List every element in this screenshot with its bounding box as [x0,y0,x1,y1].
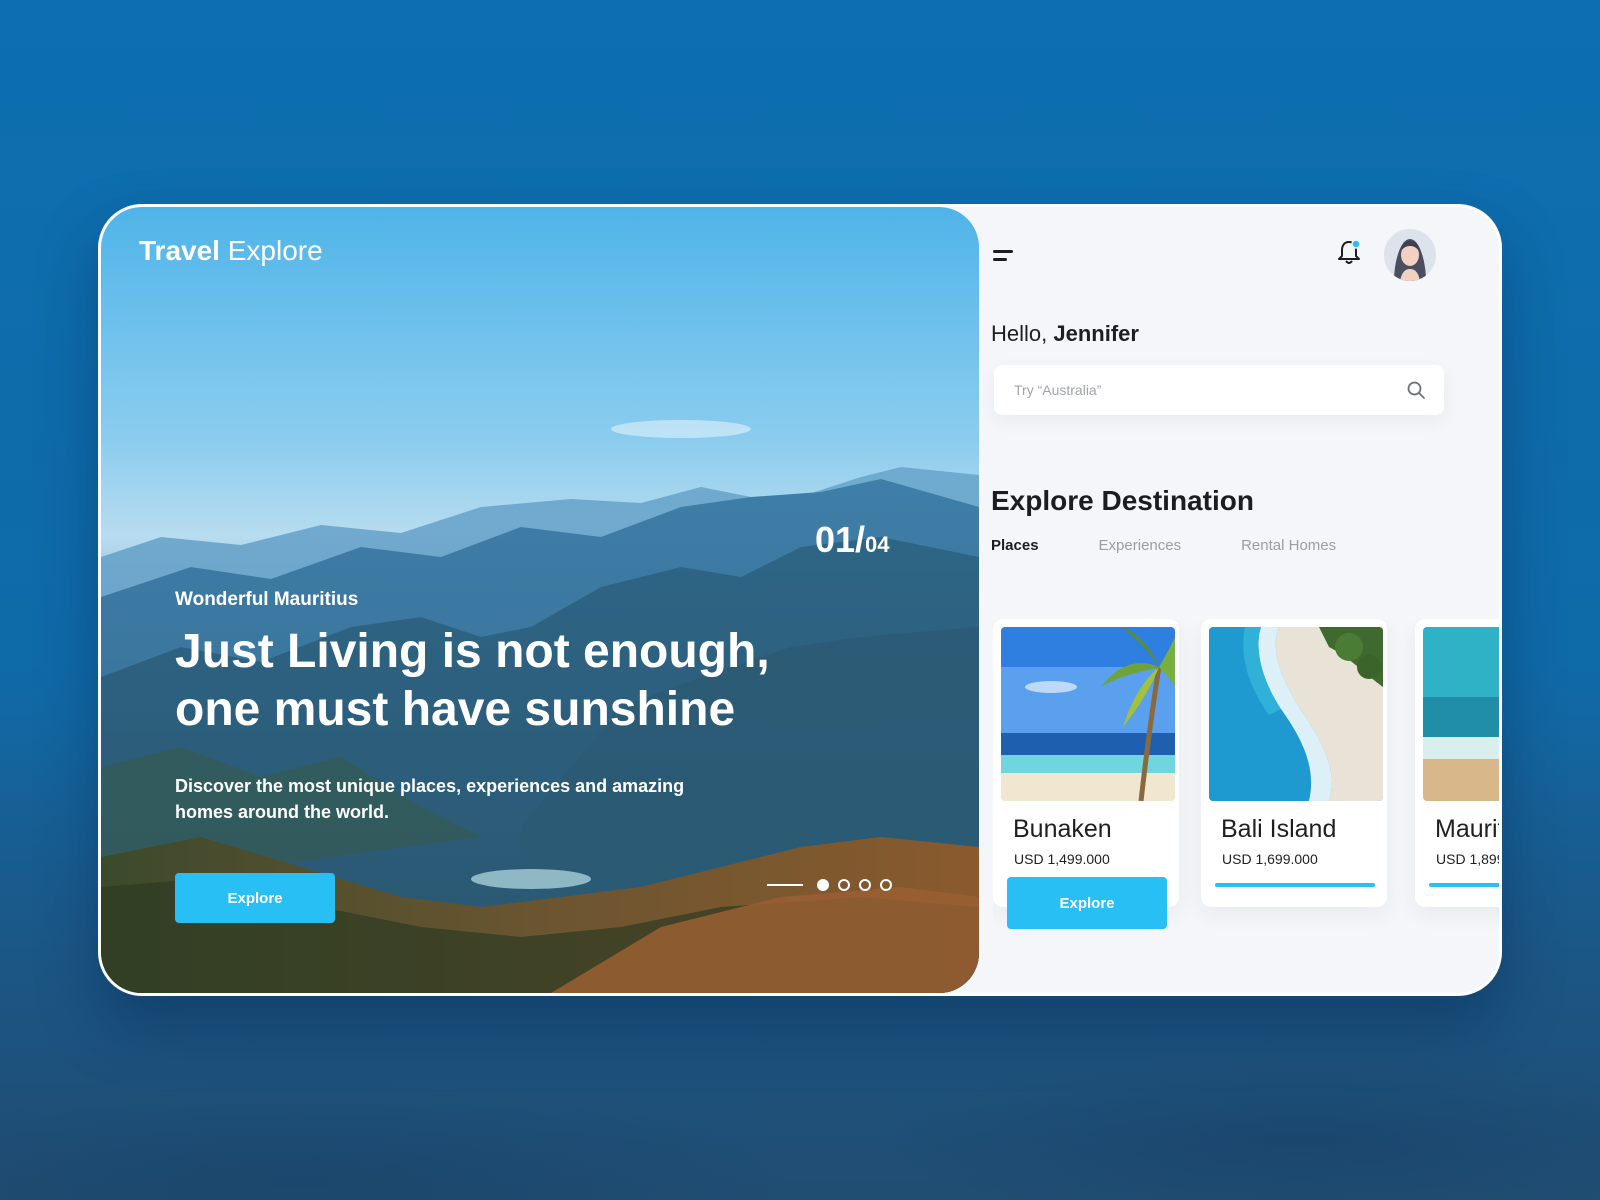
hero-subtitle: Wonderful Mauritius [175,589,359,610]
pager-dot-4[interactable] [880,879,892,891]
hero-headline: Just Living is not enough, one must have… [175,625,770,736]
tab-experiences[interactable]: Experiences [1099,537,1182,554]
destination-name: Bali Island [1221,815,1337,843]
search-box [994,365,1444,415]
app-window: Travel Explore 01/04 Wonderful Mauritius… [98,204,1502,996]
card-accent-bar [1429,883,1499,887]
destination-card-bali-island[interactable]: Bali Island USD 1,699.000 [1201,619,1387,907]
destination-photo [1423,627,1499,801]
user-name: Jennifer [1053,321,1139,346]
notification-dot [1351,239,1361,249]
menu-icon[interactable] [993,247,1019,267]
slide-counter-total: 04 [865,532,890,557]
brand-bold: Travel [139,235,220,266]
destination-photo [1209,627,1383,801]
search-input[interactable] [1014,365,1394,415]
search-icon[interactable] [1406,380,1426,400]
hero-explore-button[interactable]: Explore [175,873,335,923]
slide-counter-current: 01/ [815,519,866,560]
slide-counter: 01/04 [815,519,890,561]
destination-price: USD 1,899.000 [1436,851,1499,867]
brand-light: Explore [227,235,323,266]
destination-photo [1001,627,1175,801]
pager-dot-3[interactable] [859,879,871,891]
hero-banner: Travel Explore 01/04 Wonderful Mauritius… [101,207,979,993]
user-avatar[interactable] [1384,229,1436,281]
pager-dot-2[interactable] [838,879,850,891]
destination-price: USD 1,499.000 [1014,851,1110,867]
destination-explore-button[interactable]: Explore [1007,877,1167,929]
card-accent-bar [1215,883,1375,887]
section-title: Explore Destination [991,485,1254,516]
pager-line [767,884,803,886]
destination-cards: Bunaken USD 1,499.000 Explore Bali Islan… [993,619,1499,939]
tab-rental-homes[interactable]: Rental Homes [1241,537,1336,554]
destination-card-bunaken[interactable]: Bunaken USD 1,499.000 Explore [993,619,1179,929]
hero-description: Discover the most unique places, experie… [175,776,685,822]
notification-bell-icon[interactable] [1335,237,1363,267]
slide-pager [767,879,901,891]
pager-dot-1[interactable] [817,879,829,891]
brand-logo[interactable]: Travel Explore [139,235,323,267]
greeting-text: Hello, [991,321,1048,346]
destination-name: Mauritius [1435,815,1499,843]
destination-price: USD 1,699.000 [1222,851,1318,867]
tab-places[interactable]: Places [991,537,1039,554]
destination-name: Bunaken [1013,815,1112,843]
destination-card-mauritius[interactable]: Mauritius USD 1,899.000 [1415,619,1499,907]
category-tabs: Places Experiences Rental Homes [991,537,1396,554]
greeting: Hello, Jennifer [991,321,1139,347]
